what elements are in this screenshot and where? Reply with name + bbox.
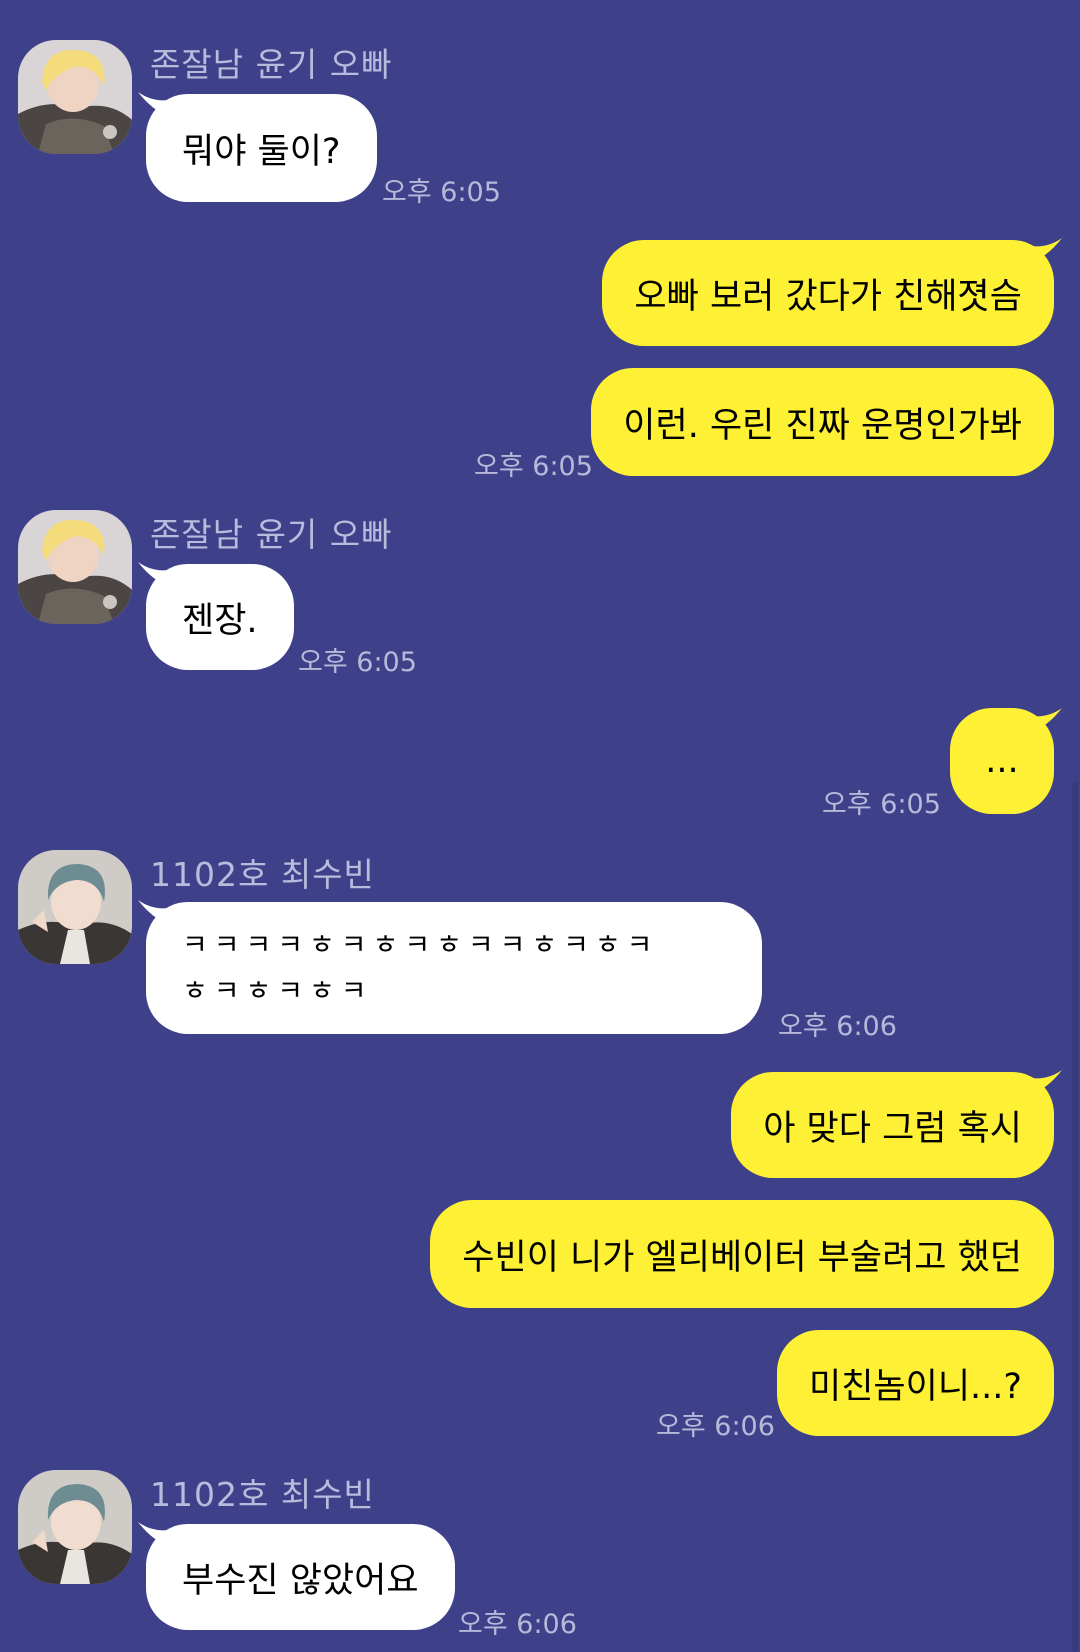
- message-time: 오후 6:05: [382, 177, 501, 208]
- message-text: ...: [985, 741, 1019, 781]
- yoongi-avatar[interactable]: [18, 510, 132, 624]
- message-bubble-outgoing[interactable]: 수빈이 니가 엘리베이터 부술려고 했던: [430, 1200, 1054, 1308]
- message-time: 오후 6:05: [298, 647, 417, 678]
- message-time: 오후 6:05: [474, 451, 593, 482]
- message-bubble-incoming[interactable]: ㅋㅋㅋㅋㅎㅋㅎㅋㅎㅋㅋㅎㅋㅎㅋ ㅎㅋㅎㅋㅎㅋ: [146, 902, 762, 1034]
- message-text: 젠장.: [182, 600, 258, 641]
- message-text: 미친놈이니...?: [809, 1366, 1022, 1407]
- message-text-line: ㅋㅋㅋㅋㅎㅋㅎㅋㅎㅋㅋㅎㅋㅎㅋ: [182, 928, 659, 961]
- soobin-avatar[interactable]: [18, 850, 132, 964]
- sender-name: 1102호 최수빈: [150, 855, 375, 894]
- message-text-line: ㅎㅋㅎㅋㅎㅋ: [182, 974, 373, 1007]
- message-time: 오후 6:06: [656, 1411, 775, 1442]
- message-text: 이런. 우린 진짜 운명인가봐: [623, 405, 1022, 446]
- message-time: 오후 6:06: [778, 1011, 897, 1042]
- yoongi-avatar[interactable]: [18, 40, 132, 154]
- message-bubble-outgoing[interactable]: 미친놈이니...?: [777, 1330, 1054, 1436]
- message-text: 뭐야 둘이?: [182, 131, 341, 172]
- sender-name: 존잘남 윤기 오빠: [150, 515, 393, 554]
- message-bubble-outgoing[interactable]: 오빠 보러 갔다가 친해졋슴: [602, 240, 1054, 346]
- yoongi-avatar-image: [18, 510, 132, 624]
- yoongi-avatar-image: [18, 40, 132, 154]
- message-time: 오후 6:06: [458, 1609, 577, 1640]
- chat-scrollbar[interactable]: [1072, 782, 1078, 1652]
- message-bubble-outgoing[interactable]: ...: [950, 708, 1054, 814]
- message-bubble-incoming[interactable]: 젠장.: [146, 564, 294, 670]
- message-time: 오후 6:05: [822, 789, 941, 820]
- message-text: 부수진 않았어요: [182, 1560, 419, 1601]
- message-text: 수빈이 니가 엘리베이터 부술려고 했던: [462, 1237, 1022, 1278]
- soobin-avatar-image: [18, 1470, 132, 1584]
- message-text: 오빠 보러 갔다가 친해졋슴: [634, 276, 1022, 317]
- message-bubble-outgoing[interactable]: 아 맞다 그럼 혹시: [731, 1072, 1054, 1178]
- sender-name: 1102호 최수빈: [150, 1475, 375, 1514]
- sender-name: 존잘남 윤기 오빠: [150, 45, 393, 84]
- message-bubble-outgoing[interactable]: 이런. 우린 진짜 운명인가봐: [591, 368, 1054, 476]
- soobin-avatar-image: [18, 850, 132, 964]
- message-text: 아 맞다 그럼 혹시: [763, 1108, 1022, 1149]
- message-bubble-incoming[interactable]: 뭐야 둘이?: [146, 94, 377, 202]
- soobin-avatar[interactable]: [18, 1470, 132, 1584]
- message-bubble-incoming[interactable]: 부수진 않았어요: [146, 1524, 455, 1630]
